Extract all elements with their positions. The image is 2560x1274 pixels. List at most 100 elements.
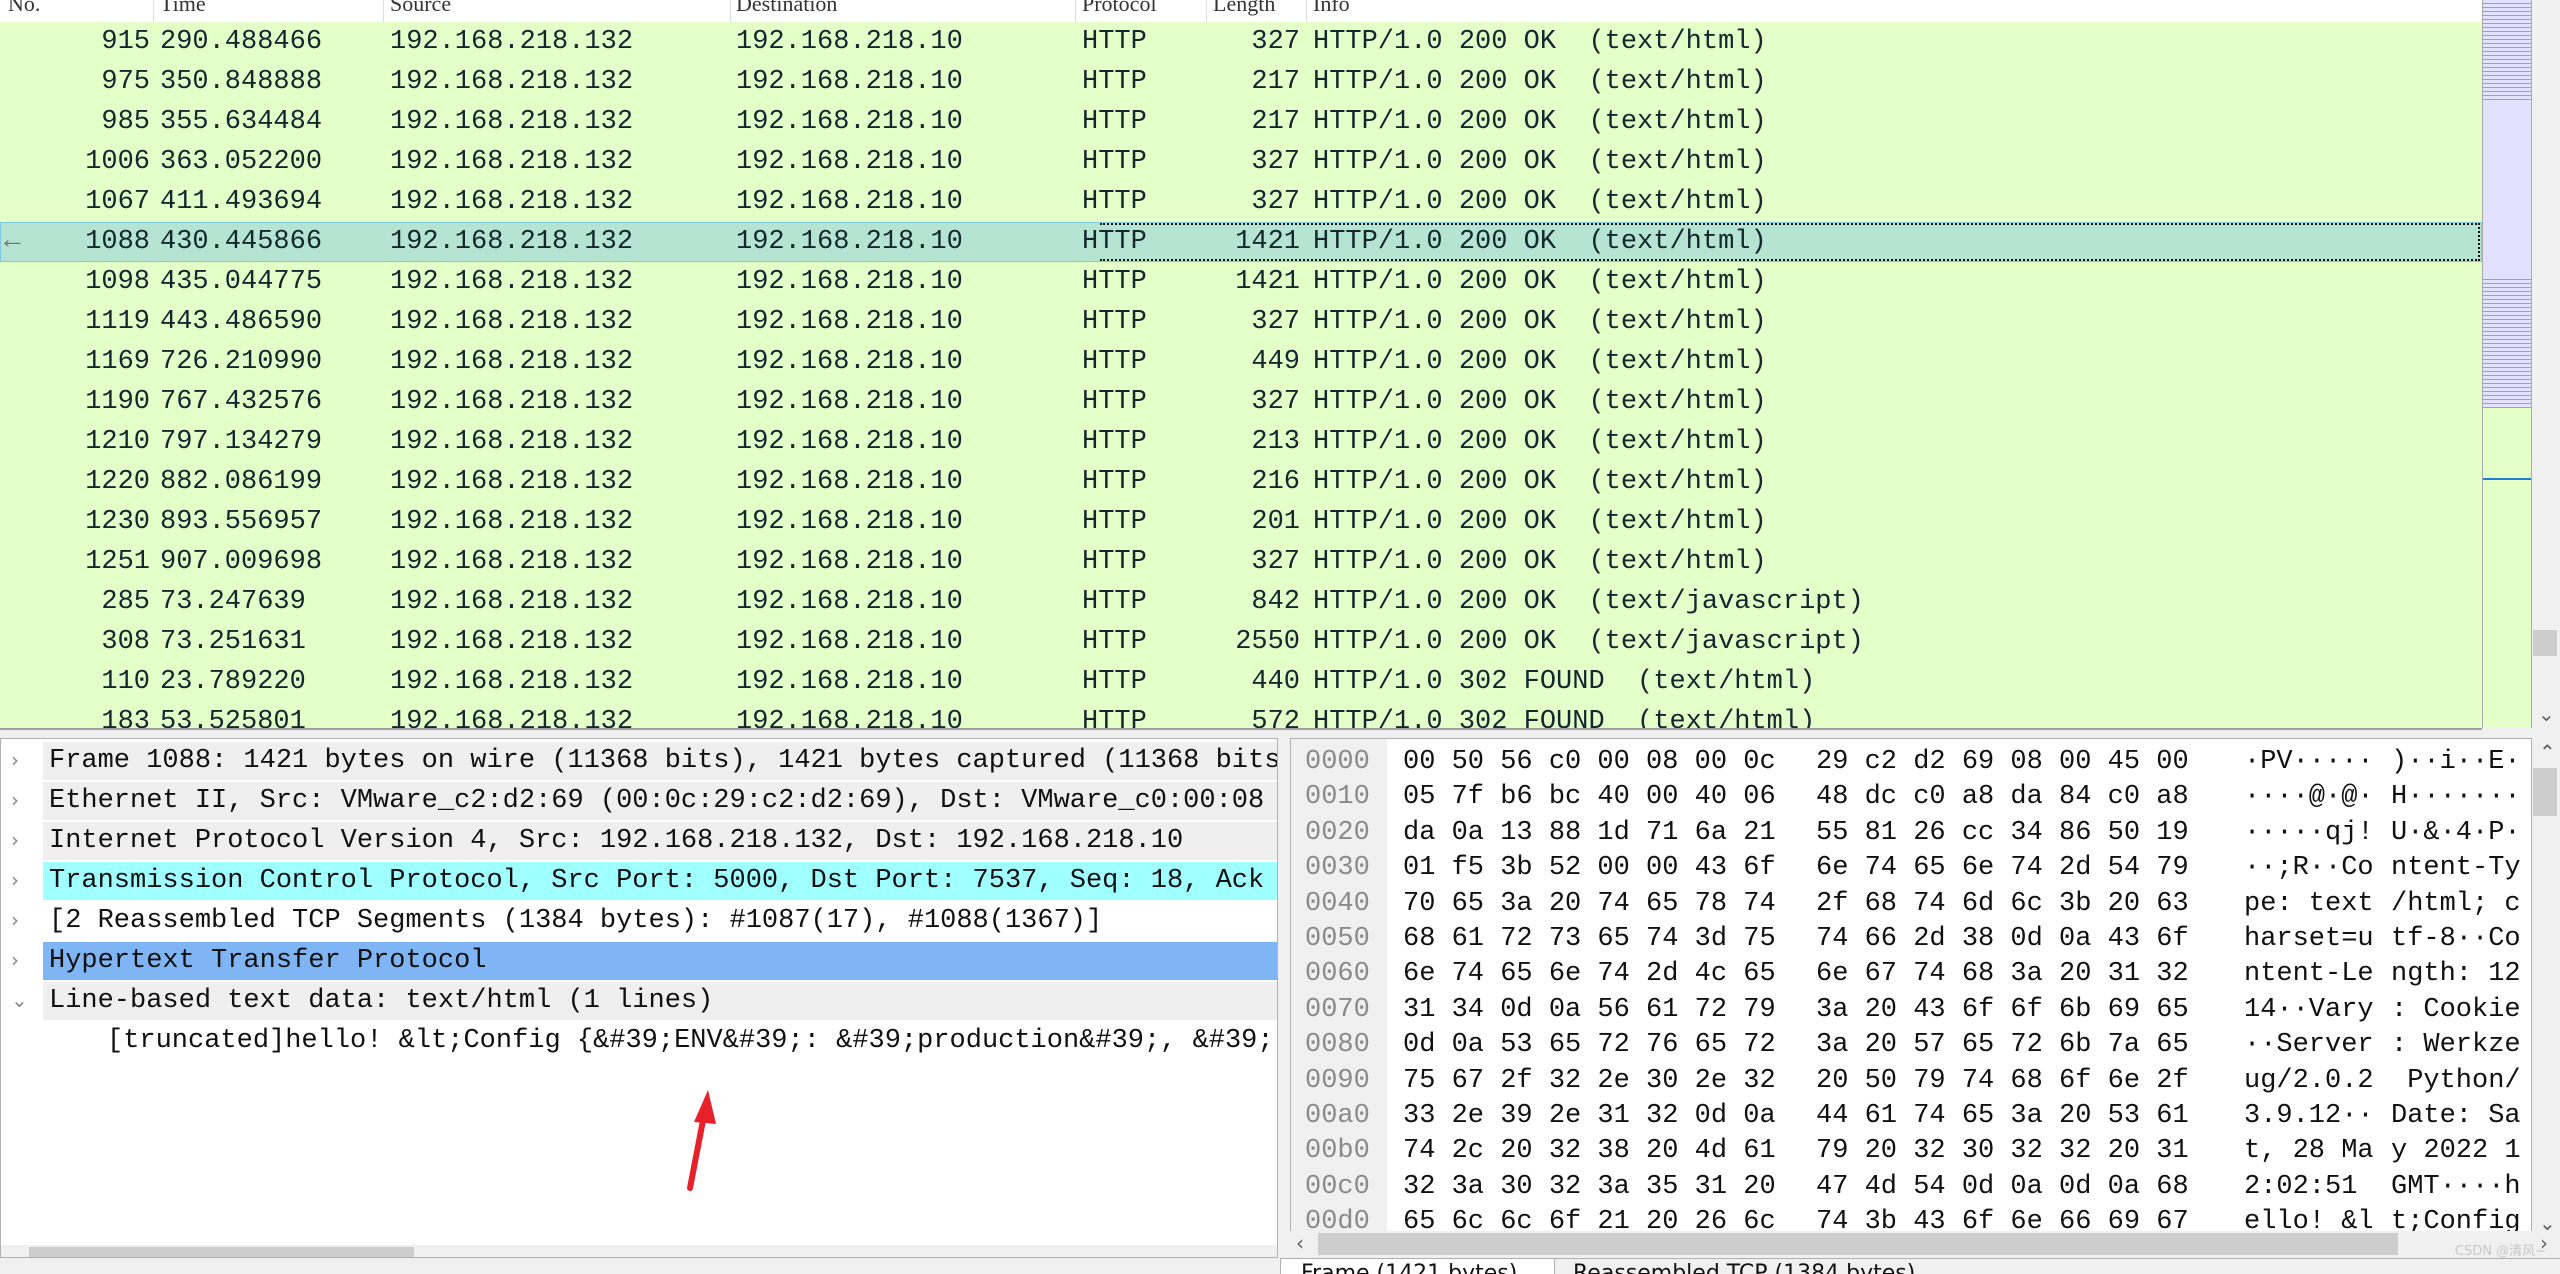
bytes-horizontal-scrollbar[interactable]: ‹ › (1290, 1231, 2560, 1257)
ascii-bytes[interactable]: ··;R··Co (2244, 851, 2374, 886)
hex-offset[interactable]: 0070 (1305, 993, 1370, 1028)
ascii-bytes[interactable]: : Werkze (2391, 1028, 2521, 1063)
hex-bytes[interactable]: 74 66 2d 38 0d 0a 43 6f (1816, 922, 2189, 957)
packet-row[interactable]: 1230 893.556957 192.168.218.132 192.168.218… (0, 502, 2482, 542)
hex-bytes[interactable]: 47 4d 54 0d 0a 0d 0a 68 (1816, 1170, 2189, 1205)
ascii-bytes[interactable]: t, 28 Ma (2244, 1134, 2374, 1169)
ascii-bytes[interactable]: /html; c (2391, 887, 2521, 922)
ascii-bytes[interactable]: 14··Vary (2244, 993, 2374, 1028)
scrollbar-thumb[interactable] (2533, 768, 2557, 816)
hex-bytes[interactable]: 55 81 26 cc 34 86 50 19 (1816, 816, 2189, 851)
hex-offset[interactable]: 0080 (1305, 1028, 1370, 1063)
chevron-right-icon[interactable]: › (11, 908, 19, 932)
hex-bytes[interactable]: 68 61 72 73 65 74 3d 75 (1403, 922, 1776, 957)
chevron-right-icon[interactable]: › (11, 828, 19, 852)
column-header-time[interactable]: Time (160, 0, 206, 17)
hex-offset[interactable]: 00b0 (1305, 1134, 1370, 1169)
ascii-bytes[interactable]: y 2022 1 (2391, 1134, 2521, 1169)
hex-bytes[interactable]: 32 3a 30 32 3a 35 31 20 (1403, 1170, 1776, 1205)
chevron-right-icon[interactable]: › (11, 868, 19, 892)
ascii-bytes[interactable]: ·····qj! (2244, 816, 2374, 851)
detail-tree-item[interactable]: › Internet Protocol Version 4, Src: 192.1… (1, 822, 1277, 862)
hex-bytes[interactable]: 6e 67 74 68 3a 20 31 32 (1816, 957, 2189, 992)
chevron-up-icon[interactable]: ⌃ (2539, 740, 2556, 764)
ascii-bytes[interactable]: ·PV····· (2244, 745, 2374, 780)
packet-row[interactable]: 1251 907.009698 192.168.218.132 192.168.218… (0, 542, 2482, 582)
ascii-bytes[interactable]: ··Server (2244, 1028, 2374, 1063)
hex-bytes[interactable]: 01 f5 3b 52 00 00 43 6f (1403, 851, 1776, 886)
hex-bytes[interactable]: 33 2e 39 2e 31 32 0d 0a (1403, 1099, 1776, 1134)
ascii-bytes[interactable]: ngth: 12 (2391, 957, 2521, 992)
ascii-bytes[interactable]: ····@·@· (2244, 780, 2374, 815)
bytes-vertical-scrollbar[interactable]: ⌃ ⌄ (2532, 738, 2560, 1235)
hex-bytes[interactable]: 3a 20 57 65 72 6b 7a 65 (1816, 1028, 2189, 1063)
hex-offset[interactable]: 0000 (1305, 745, 1370, 780)
tab-reassembled-tcp[interactable]: Reassembled TCP (1384 bytes) (1553, 1259, 1935, 1274)
packet-row[interactable]: 285 73.247639 192.168.218.132 192.168.218.1… (0, 582, 2482, 622)
packet-row[interactable]: 1067 411.493694 192.168.218.132 192.168.218… (0, 182, 2482, 222)
column-header-info[interactable]: Info (1313, 0, 1350, 17)
column-header-length[interactable]: Length (1213, 0, 1275, 17)
packet-bytes-pane[interactable]: 0000 00 50 56 c0 00 08 00 0c 29 c2 d2 69 0… (1290, 738, 2532, 1235)
hex-offset[interactable]: 0090 (1305, 1064, 1370, 1099)
chevron-down-icon[interactable]: ⌄ (2538, 702, 2555, 726)
details-horizontal-scrollbar[interactable] (1, 1245, 1277, 1257)
ascii-bytes[interactable]: )··i··E· (2391, 745, 2521, 780)
packet-row[interactable]: 1190 767.432576 192.168.218.132 192.168.218… (0, 382, 2482, 422)
hex-bytes[interactable]: 3a 20 43 6f 6f 6b 69 65 (1816, 993, 2189, 1028)
packet-row[interactable]: 985 355.634484 192.168.218.132 192.168.218.… (0, 102, 2482, 142)
hex-bytes[interactable]: 75 67 2f 32 2e 30 2e 32 (1403, 1064, 1776, 1099)
packet-row[interactable]: 1220 882.086199 192.168.218.132 192.168.218… (0, 462, 2482, 502)
column-header-no[interactable]: No. (8, 0, 40, 17)
hex-offset[interactable]: 0020 (1305, 816, 1370, 851)
ascii-bytes[interactable]: Python/ (2391, 1064, 2520, 1099)
ascii-bytes[interactable]: : Cookie (2391, 993, 2521, 1028)
hex-bytes[interactable]: 31 34 0d 0a 56 61 72 79 (1403, 993, 1776, 1028)
packet-row[interactable]: 110 23.789220 192.168.218.132 192.168.218.1… (0, 662, 2482, 702)
scrollbar-thumb[interactable] (1318, 1233, 2398, 1255)
chevron-right-icon[interactable]: › (11, 748, 19, 772)
detail-tree-item[interactable]: › Frame 1088: 1421 bytes on wire (11368 b… (1, 742, 1277, 782)
detail-subitem[interactable]: [truncated]hello! &lt;Config {&#39;ENV&#… (1, 1022, 1277, 1062)
hex-bytes[interactable]: 6e 74 65 6e 74 2d 54 79 (1816, 851, 2189, 886)
hex-bytes[interactable]: 2f 68 74 6d 6c 3b 20 63 (1816, 887, 2189, 922)
ascii-bytes[interactable]: harset=u (2244, 922, 2374, 957)
hex-offset[interactable]: 00a0 (1305, 1099, 1370, 1134)
hex-bytes[interactable]: 6e 74 65 6e 74 2d 4c 65 (1403, 957, 1776, 992)
column-header-protocol[interactable]: Protocol (1082, 0, 1157, 17)
packet-row[interactable]: 1210 797.134279 192.168.218.132 192.168.218… (0, 422, 2482, 462)
packet-list-scrollbar[interactable]: ⌄ (2532, 0, 2560, 728)
detail-tree-item[interactable]: › Hypertext Transfer Protocol (1, 942, 1277, 982)
hex-bytes[interactable]: 48 dc c0 a8 da 84 c0 a8 (1816, 780, 2189, 815)
detail-tree-item[interactable]: ⌄ Line-based text data: text/html (1 line… (1, 982, 1277, 1022)
chevron-left-icon[interactable]: ‹ (1296, 1231, 1304, 1255)
hex-offset[interactable]: 0060 (1305, 957, 1370, 992)
hex-offset[interactable]: 00c0 (1305, 1170, 1370, 1205)
detail-tree-item[interactable]: › Ethernet II, Src: VMware_c2:d2:69 (00:0… (1, 782, 1277, 822)
hex-bytes[interactable]: 74 2c 20 32 38 20 4d 61 (1403, 1134, 1776, 1169)
scrollbar-thumb[interactable] (2533, 630, 2557, 656)
ascii-bytes[interactable]: GMT····h (2391, 1170, 2521, 1205)
hex-bytes[interactable]: 20 50 79 74 68 6f 6e 2f (1816, 1064, 2189, 1099)
hex-bytes[interactable]: 44 61 74 65 3a 20 53 61 (1816, 1099, 2189, 1134)
hex-bytes[interactable]: da 0a 13 88 1d 71 6a 21 (1403, 816, 1776, 851)
ascii-bytes[interactable]: U·&·4·P· (2391, 816, 2521, 851)
packet-list[interactable]: No. Time Source Destination Protocol Len… (0, 0, 2482, 730)
packet-details-pane[interactable]: › Frame 1088: 1421 bytes on wire (11368 b… (0, 738, 1278, 1258)
packet-row[interactable]: 915 290.488466 192.168.218.132 192.168.218.… (0, 22, 2482, 62)
ascii-bytes[interactable]: pe: text (2244, 887, 2374, 922)
hex-bytes[interactable]: 29 c2 d2 69 08 00 45 00 (1816, 745, 2189, 780)
packet-row[interactable]: 1169 726.210990 192.168.218.132 192.168.218… (0, 342, 2482, 382)
ascii-bytes[interactable]: Date: Sa (2391, 1099, 2521, 1134)
packet-row[interactable]: 308 73.251631 192.168.218.132 192.168.218.1… (0, 622, 2482, 662)
packet-row[interactable]: 1098 435.044775 192.168.218.132 192.168.218… (0, 262, 2482, 302)
detail-tree-item[interactable]: › Transmission Control Protocol, Src Port… (1, 862, 1277, 902)
tab-frame-bytes[interactable]: Frame (1421 bytes) (1280, 1259, 1555, 1274)
packet-row[interactable]: 1119 443.486590 192.168.218.132 192.168.218… (0, 302, 2482, 342)
ascii-bytes[interactable]: ntent-Le (2244, 957, 2374, 992)
hex-offset[interactable]: 0030 (1305, 851, 1370, 886)
column-header-source[interactable]: Source (390, 0, 451, 17)
hex-bytes[interactable]: 70 65 3a 20 74 65 78 74 (1403, 887, 1776, 922)
packet-row[interactable]: 183 53.525801 192.168.218.132 192.168.218.1… (0, 702, 2482, 728)
column-header-destination[interactable]: Destination (736, 0, 837, 17)
